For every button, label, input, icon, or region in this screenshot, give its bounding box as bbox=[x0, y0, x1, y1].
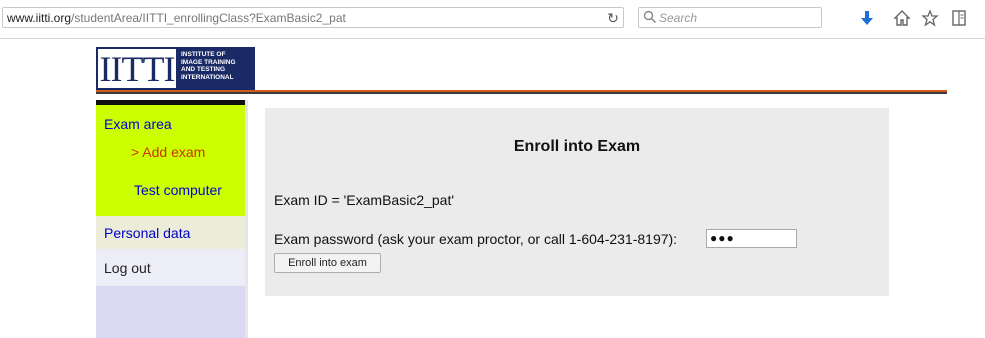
logo-subtitle-line: INSTITUTE OF bbox=[181, 51, 226, 58]
password-label: Exam password (ask your exam proctor, or… bbox=[274, 231, 678, 247]
sidebar-item-exam-area[interactable]: Exam area bbox=[104, 116, 172, 132]
exam-id-text: Exam ID = 'ExamBasic2_pat' bbox=[274, 192, 455, 208]
sidebar-item-personal-data[interactable]: Personal data bbox=[104, 225, 190, 241]
logout-section: Log out bbox=[96, 249, 245, 286]
sidebar-item-add-exam[interactable]: > Add exam bbox=[131, 144, 205, 160]
personal-data-section: Personal data bbox=[96, 216, 245, 249]
iitti-logo: IITTI INSTITUTE OF IMAGE TRAINING AND TE… bbox=[96, 47, 255, 90]
browser-toolbar: www.iitti.org/studentArea/IITTI_enrollin… bbox=[0, 0, 985, 39]
home-icon[interactable] bbox=[893, 9, 911, 27]
url-path: /studentArea/IITTI_enrollingClass?ExamBa… bbox=[71, 11, 346, 25]
sidebar-item-log-out[interactable]: Log out bbox=[104, 260, 151, 276]
password-field[interactable]: ●●● bbox=[706, 229, 797, 248]
address-bar[interactable]: www.iitti.org/studentArea/IITTI_enrollin… bbox=[2, 7, 624, 28]
url-domain: www.iitti.org bbox=[7, 11, 72, 25]
logo-subtitle-line: INTERNATIONAL bbox=[181, 73, 234, 81]
enroll-panel: Enroll into Exam Exam ID = 'ExamBasic2_p… bbox=[265, 108, 889, 296]
sidebar-item-test-computer[interactable]: Test computer bbox=[134, 182, 222, 198]
logo-subtitle-line: AND TESTING bbox=[181, 66, 226, 73]
bookmark-star-icon[interactable] bbox=[921, 9, 939, 27]
header-rule-dark bbox=[96, 92, 947, 94]
search-icon bbox=[643, 10, 657, 24]
search-placeholder: Search bbox=[659, 11, 698, 25]
enroll-button[interactable]: Enroll into exam bbox=[274, 253, 381, 273]
exam-area-section: Exam area > Add exam Test computer bbox=[96, 105, 245, 216]
download-icon[interactable] bbox=[858, 9, 876, 27]
page-title: Enroll into Exam bbox=[513, 138, 641, 155]
reload-icon[interactable]: ↻ bbox=[603, 8, 623, 28]
sidebar: Exam area > Add exam Test computer Perso… bbox=[96, 100, 245, 338]
search-input[interactable]: Search bbox=[638, 7, 822, 28]
logo-subtitle: INSTITUTE OF IMAGE TRAINING AND TESTING … bbox=[178, 47, 255, 90]
logo-subtitle-line: IMAGE TRAINING bbox=[181, 58, 236, 66]
logo-wordmark: IITTI bbox=[96, 47, 178, 90]
reading-list-icon[interactable] bbox=[950, 9, 968, 27]
sidebar-shadow bbox=[245, 100, 248, 338]
